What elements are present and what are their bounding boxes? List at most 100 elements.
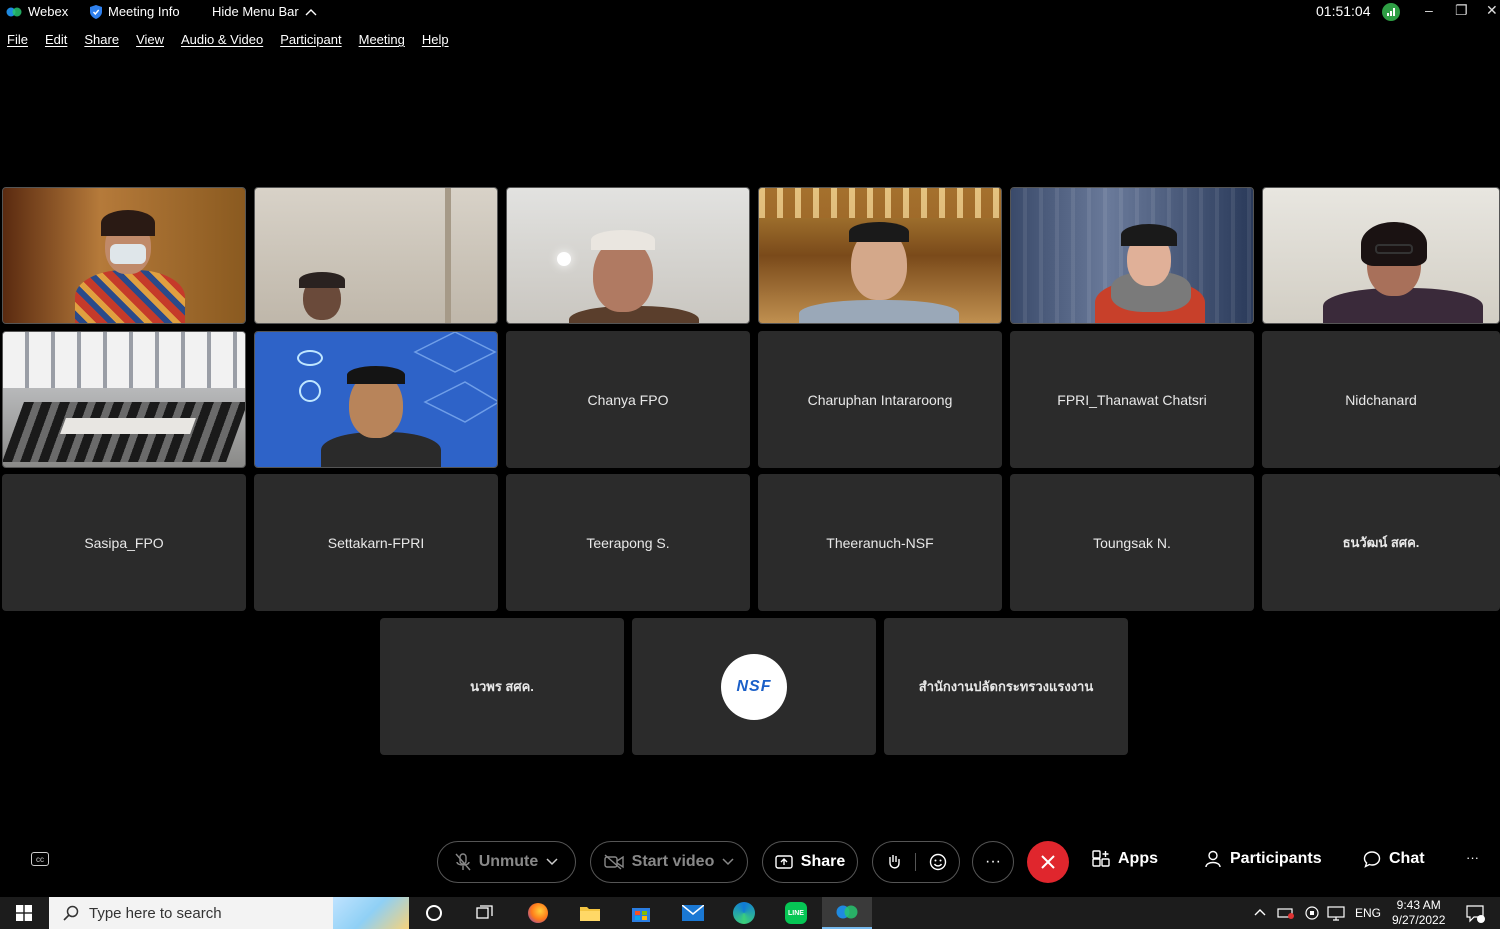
chat-button[interactable]: Chat [1363,850,1425,868]
mail-icon[interactable] [681,901,705,925]
participant-tile[interactable]: นวพร สศค. [380,618,624,755]
network-icon[interactable] [1327,905,1345,924]
show-hidden-icons[interactable] [1254,905,1266,919]
webex-logo-icon [6,7,22,16]
captions-icon[interactable]: cc [31,852,49,866]
start-button[interactable] [0,897,48,929]
participant-name: Settakarn-FPRI [327,534,425,551]
participant-tile[interactable]: FPRI_Thanawat Chatsri [1010,331,1254,468]
participant-video [507,188,749,323]
video-tile[interactable] [1010,187,1254,324]
participants-button[interactable]: Participants [1204,850,1322,868]
video-tile[interactable] [254,331,498,468]
participant-tile[interactable]: Nidchanard [1262,331,1500,468]
task-view-icon[interactable] [473,901,497,925]
video-tile[interactable] [2,331,246,468]
meeting-info-button[interactable]: Meeting Info [90,4,180,19]
person-icon [1205,850,1221,868]
participant-tile[interactable]: Teerapong S. [506,474,750,611]
start-video-button[interactable]: Start video [590,841,748,883]
taskbar-search[interactable]: Type here to search [49,897,409,929]
search-icon [63,905,79,921]
tray-sync-icon[interactable] [1304,905,1320,924]
video-tile[interactable] [254,187,498,324]
apps-button[interactable]: Apps [1092,850,1158,868]
input-language[interactable]: ENG [1355,906,1381,920]
hide-menu-bar-button[interactable]: Hide Menu Bar [212,4,317,19]
meeting-timer: 01:51:04 [1316,3,1371,19]
participant-name: Teerapong S. [586,534,670,551]
participant-video [255,332,497,467]
webex-taskbar-button[interactable] [822,897,872,929]
share-label: Share [800,853,846,870]
overflow-menu-button[interactable]: ··· [1466,850,1479,865]
participant-tile[interactable]: Settakarn-FPRI [254,474,498,611]
menu-file[interactable]: File [7,32,28,54]
clock[interactable]: 9:43 AM 9/27/2022 [1392,898,1445,928]
menu-share[interactable]: Share [84,32,119,54]
chevron-down-icon[interactable] [546,858,558,866]
chat-bubble-icon [1363,851,1381,868]
menu-meeting[interactable]: Meeting [359,32,405,54]
participant-video [759,188,1001,323]
firefox-icon[interactable] [526,901,550,925]
shield-icon [90,4,102,19]
participant-tile[interactable]: ธนวัฒน์ สศค. [1262,474,1500,611]
windows-logo-icon [16,905,32,921]
participant-avatar: NSF [721,653,787,720]
webex-icon [836,905,858,919]
chevron-down-icon[interactable] [722,858,734,866]
notifications-icon[interactable] [1466,905,1486,926]
cortana-icon[interactable] [422,901,446,925]
windows-taskbar: Type here to search LINE ENG 9:43 AM 9/2… [0,897,1500,929]
video-tile[interactable] [1262,187,1500,324]
menu-edit[interactable]: Edit [45,32,67,54]
participant-tile[interactable]: Charuphan Intararoong [758,331,1002,468]
participant-tile[interactable]: Sasipa_FPO [2,474,246,611]
participant-tile[interactable]: สำนักงานปลัดกระทรวงแรงงาน [884,618,1128,755]
file-explorer-icon[interactable] [578,901,602,925]
hide-menu-bar-label: Hide Menu Bar [212,4,299,19]
video-tile[interactable] [2,187,246,324]
participant-tile[interactable]: Toungsak N. [1010,474,1254,611]
share-button[interactable]: Share [762,841,858,883]
network-signal-icon[interactable] [1382,3,1400,21]
store-icon[interactable] [629,901,653,925]
close-window-button[interactable]: ✕ [1486,2,1498,19]
restore-button[interactable]: ❐ [1455,2,1468,19]
participant-name: Toungsak N. [1093,534,1171,551]
menu-participant[interactable]: Participant [280,32,341,54]
unmute-label: Unmute [478,853,539,870]
video-tile[interactable] [506,187,750,324]
meeting-controls: cc Unmute Start video Share ··· Apps Par… [0,840,1500,884]
clock-time: 9:43 AM [1396,898,1441,912]
menu-audio-video[interactable]: Audio & Video [181,32,263,54]
video-tile[interactable] [758,187,1002,324]
participant-name: Chanya FPO [587,391,669,408]
video-off-icon [603,854,624,870]
raise-hand-icon[interactable] [873,853,917,871]
participants-label: Participants [1230,850,1322,867]
app-name[interactable]: Webex [6,4,68,19]
participant-tile[interactable]: Chanya FPO [506,331,750,468]
unmute-button[interactable]: Unmute [437,841,576,883]
participant-tile[interactable]: NSF [632,618,876,755]
participant-name: FPRI_Thanawat Chatsri [1057,391,1207,408]
chat-label: Chat [1389,850,1425,867]
tray-app-icon[interactable] [1277,905,1295,922]
share-screen-icon [775,855,793,869]
reactions-icon[interactable] [916,853,959,871]
line-app-icon[interactable]: LINE [784,901,808,925]
edge-icon[interactable] [732,901,756,925]
minimize-button[interactable]: – [1425,2,1433,18]
menu-help[interactable]: Help [422,32,449,54]
participant-name: สำนักงานปลัดกระทรวงแรงงาน [918,679,1094,694]
participant-video [1011,188,1253,323]
participant-tile[interactable]: Theeranuch-NSF [758,474,1002,611]
start-video-label: Start video [631,853,715,870]
menu-view[interactable]: View [136,32,164,54]
more-options-button[interactable]: ··· [972,841,1014,883]
participant-name: Sasipa_FPO [84,534,164,551]
end-call-button[interactable] [1027,841,1069,883]
participant-video [1263,188,1499,323]
